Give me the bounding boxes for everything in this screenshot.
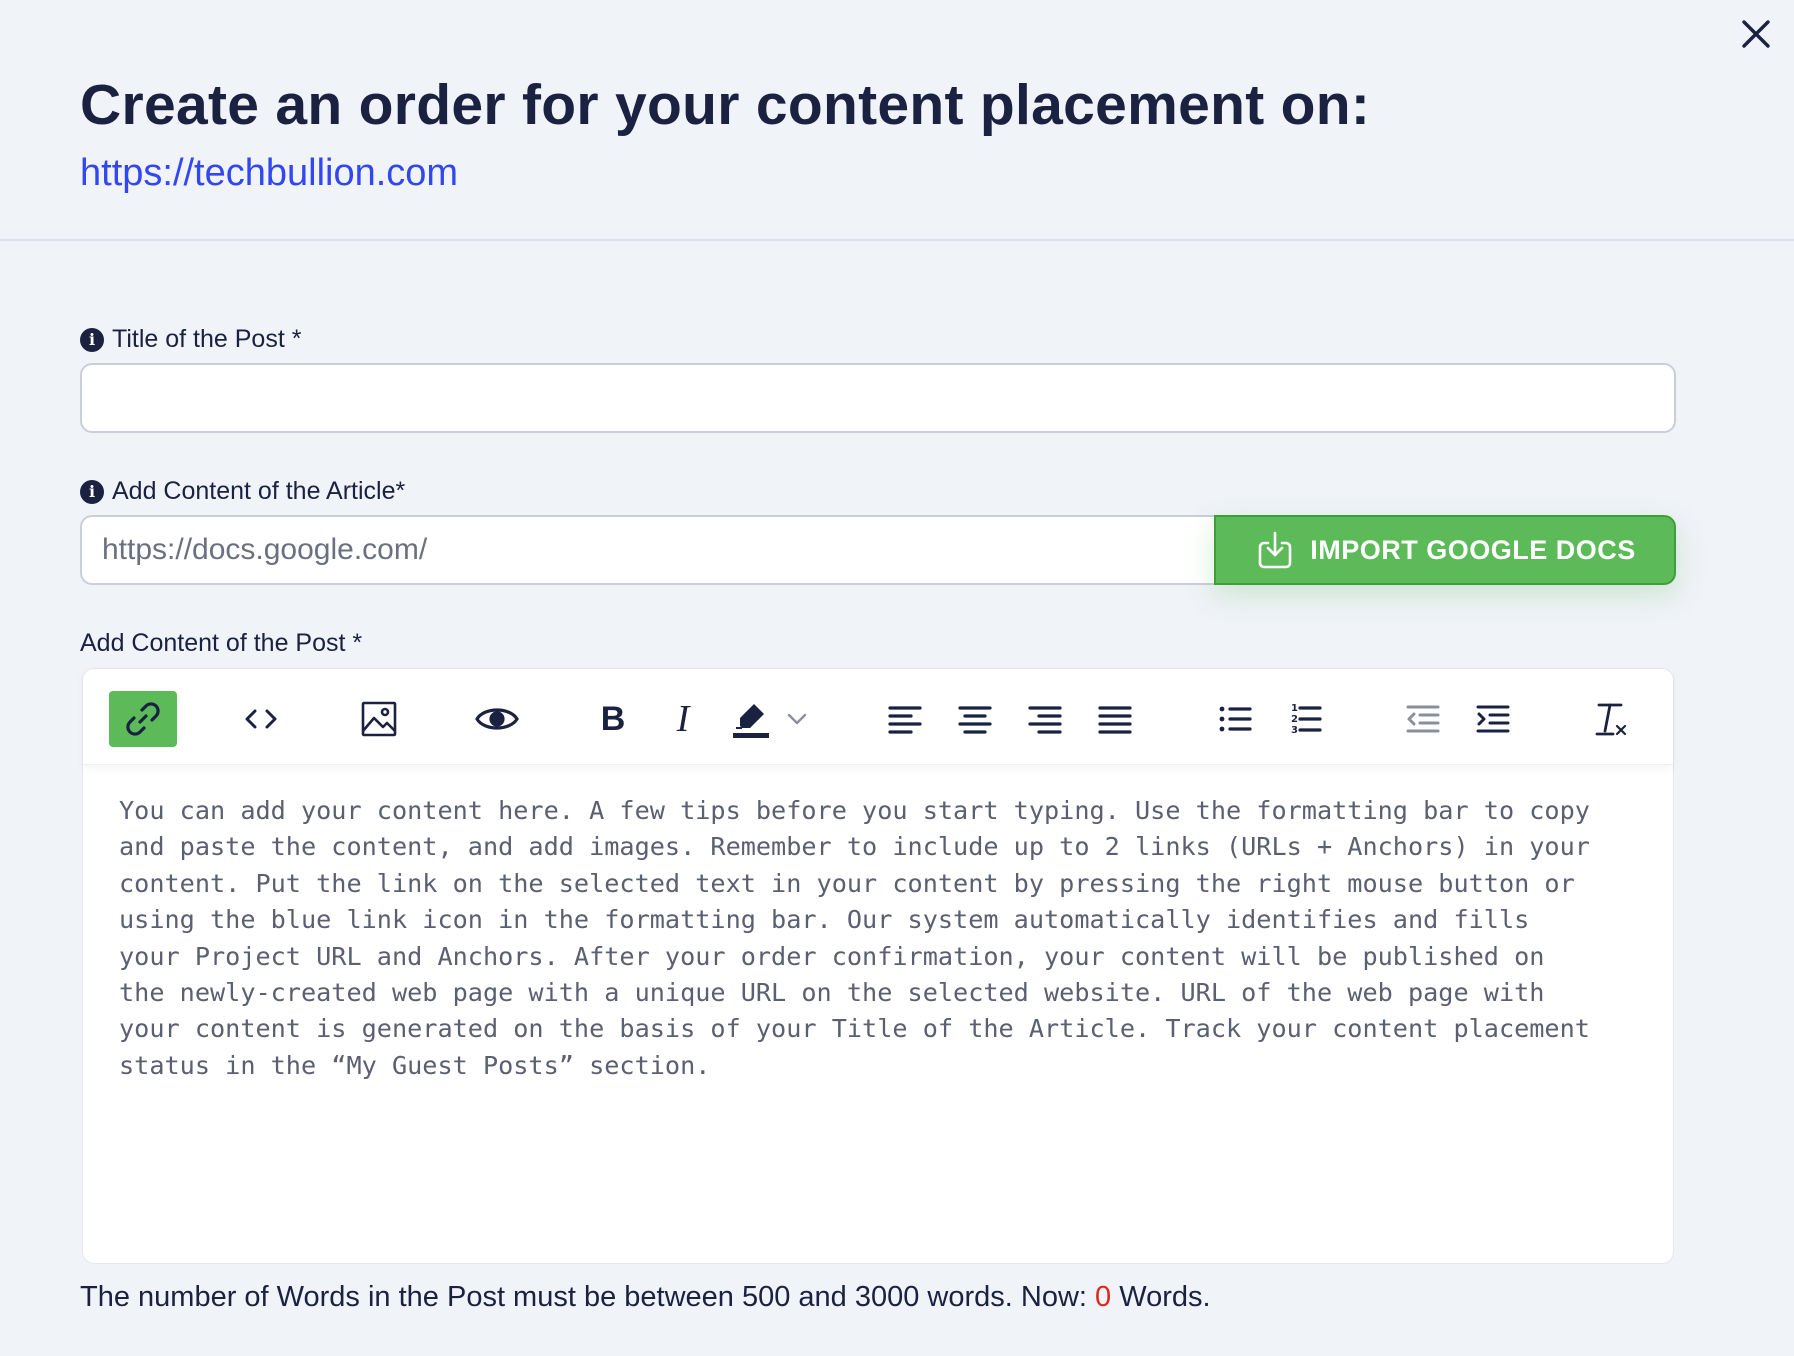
align-center-icon	[958, 706, 992, 734]
align-justify-icon	[1098, 706, 1132, 734]
modal-header: Create an order for your content placeme…	[0, 0, 1794, 241]
word-count-notice: The number of Words in the Post must be …	[80, 1281, 1211, 1314]
import-button-label: IMPORT GOOGLE DOCS	[1310, 534, 1636, 565]
image-icon	[361, 701, 397, 737]
svg-text:1: 1	[1291, 703, 1298, 714]
bullet-list-icon	[1219, 706, 1252, 732]
article-field-label: i Add Content of the Article*	[80, 477, 405, 506]
highlight-color-dropdown[interactable]	[777, 691, 817, 747]
download-icon	[1258, 531, 1292, 569]
numbered-list-button[interactable]: 1 2 3	[1271, 691, 1339, 747]
insert-image-button[interactable]	[345, 691, 413, 747]
close-icon	[1742, 20, 1770, 48]
clear-formatting-button[interactable]	[1577, 691, 1645, 747]
highlight-color-button[interactable]	[717, 691, 785, 747]
article-field-label-text: Add Content of the Article*	[112, 477, 406, 505]
svg-text:3: 3	[1291, 725, 1298, 736]
title-field-label: i Title of the Post *	[80, 325, 301, 354]
site-url-link[interactable]: https://techbullion.com	[80, 152, 458, 195]
align-left-icon	[888, 706, 922, 734]
italic-icon: I	[676, 699, 692, 739]
align-justify-button[interactable]	[1081, 691, 1149, 747]
word-count-prefix: The number of Words in the Post must be …	[80, 1281, 1096, 1313]
code-icon	[245, 709, 277, 729]
editor-toolbar: B I 1 2 3	[83, 669, 1673, 765]
outdent-button[interactable]	[1389, 691, 1457, 747]
clear-format-icon	[1595, 703, 1627, 736]
insert-link-button[interactable]	[109, 691, 177, 747]
editor-content-area[interactable]: You can add your content here. A few tip…	[119, 793, 1649, 1084]
word-count-value: 0	[1095, 1281, 1112, 1313]
info-icon[interactable]: i	[80, 327, 104, 352]
align-right-button[interactable]	[1011, 691, 1079, 747]
info-icon[interactable]: i	[80, 479, 104, 504]
bullet-list-button[interactable]	[1201, 691, 1269, 747]
italic-button[interactable]: I	[649, 691, 717, 747]
bold-icon: B	[601, 700, 626, 738]
word-count-suffix: Words.	[1111, 1281, 1211, 1313]
indent-button[interactable]	[1459, 691, 1527, 747]
post-content-label-text: Add Content of the Post *	[80, 629, 363, 657]
google-docs-url-input[interactable]	[80, 515, 1216, 585]
svg-text:I: I	[676, 699, 692, 739]
align-right-icon	[1028, 706, 1062, 734]
close-button[interactable]	[1736, 14, 1776, 54]
title-field-label-text: Title of the Post *	[112, 325, 302, 353]
bold-button[interactable]: B	[579, 691, 647, 747]
rich-text-editor: B I 1 2 3 You can add your content here.…	[82, 668, 1674, 1264]
import-google-docs-button[interactable]: IMPORT GOOGLE DOCS	[1214, 515, 1676, 585]
outdent-icon	[1406, 705, 1440, 733]
chevron-down-icon	[787, 713, 807, 725]
indent-icon	[1476, 705, 1510, 733]
source-code-button[interactable]	[227, 691, 295, 747]
highlight-marker-icon	[733, 704, 769, 738]
align-left-button[interactable]	[871, 691, 939, 747]
svg-text:2: 2	[1291, 714, 1298, 725]
preview-button[interactable]	[463, 691, 531, 747]
numbered-list-icon: 1 2 3	[1291, 703, 1322, 736]
post-title-input[interactable]	[80, 363, 1676, 433]
preview-eye-icon	[475, 708, 519, 730]
align-center-button[interactable]	[941, 691, 1009, 747]
link-icon	[126, 702, 160, 736]
page-title: Create an order for your content placeme…	[80, 73, 1371, 137]
post-content-label: Add Content of the Post *	[80, 629, 362, 658]
svg-text:B: B	[601, 700, 626, 738]
